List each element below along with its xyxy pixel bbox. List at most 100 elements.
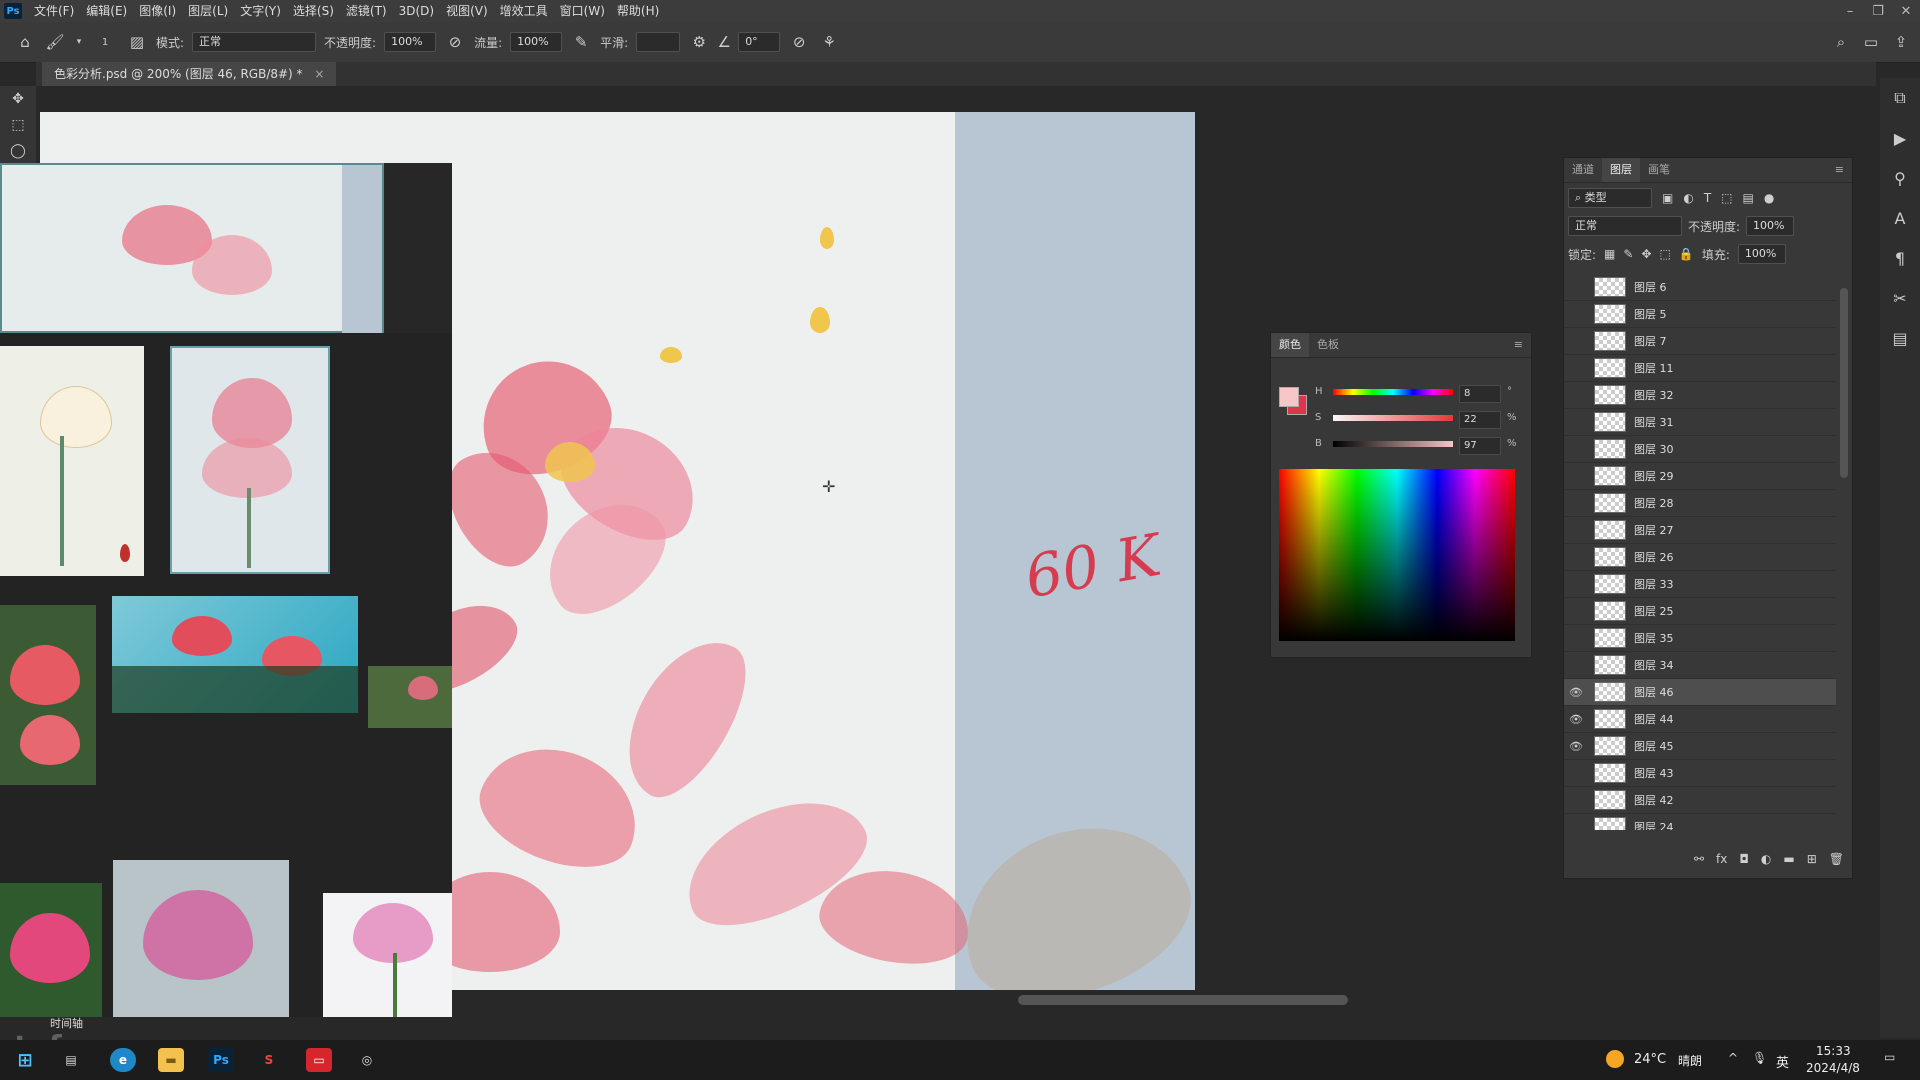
document-tab[interactable]: 色彩分析.psd @ 200% (图层 46, RGB/8#) * × [42,62,337,86]
angle-input[interactable]: 0° [738,32,781,52]
layers-scrollbar[interactable] [1840,288,1848,478]
clock-date[interactable]: 2024/4/8 [1806,1061,1860,1075]
reference-photo-garden[interactable] [368,666,452,728]
gear-icon[interactable]: ⚙ [688,31,710,53]
tools-icon[interactable]: ✂ [1880,278,1920,318]
timeline-label[interactable]: 时间轴 [50,1015,83,1031]
filter-pixel-icon[interactable]: ▣ [1662,191,1673,205]
foreground-color-swatch[interactable] [1279,387,1299,407]
layer-row[interactable]: 图层 34 [1564,652,1836,679]
reference-image-pink-painting[interactable] [170,346,330,574]
reference-photo-red-oleander[interactable] [0,605,96,785]
notification-icon[interactable]: ▭ [1884,1050,1895,1064]
delete-layer-icon[interactable]: 🗑 [1829,852,1844,872]
visibility-eye-icon[interactable]: 👁 [1564,713,1588,726]
new-layer-icon[interactable]: ⊞ [1807,852,1817,872]
pressure-opacity-icon[interactable]: ⊘ [444,31,466,53]
reference-photo-light-pink[interactable] [323,893,452,1017]
clock-time[interactable]: 15:33 [1816,1044,1851,1058]
photoshop-taskbar-icon[interactable]: Ps [208,1048,234,1072]
adjustment-layer-icon[interactable]: ◐ [1761,852,1771,872]
color-spectrum-picker[interactable] [1279,469,1515,641]
task-view-icon[interactable]: ▤ [58,1048,84,1072]
menu-3d[interactable]: 3D(D) [393,0,440,22]
opacity-input[interactable]: 100% [384,32,437,52]
close-tab-icon[interactable]: × [314,67,324,81]
app-red-s-icon[interactable]: S [256,1048,282,1072]
layer-row[interactable]: 👁 图层 46 [1564,679,1836,706]
app-camera-icon[interactable]: ◎ [354,1048,380,1072]
tab-channels[interactable]: 通道 [1564,158,1602,182]
restore-icon[interactable]: ❐ [1864,4,1892,19]
layer-row[interactable]: 👁 图层 45 [1564,733,1836,760]
lasso-tool-icon[interactable]: ◯ [0,138,36,164]
layer-row[interactable]: 图层 24 [1564,814,1836,830]
windows-start-icon[interactable]: ⊞ [12,1048,38,1072]
properties-icon[interactable]: ⚲ [1880,158,1920,198]
actions-play-icon[interactable]: ▶ [1880,118,1920,158]
panel-menu-icon[interactable]: ≡ [1506,333,1531,357]
tab-layers[interactable]: 图层 [1602,158,1640,182]
brush-tool-icon[interactable]: 🖌 [44,31,66,53]
home-icon[interactable]: ⌂ [14,31,36,53]
lock-all-icon[interactable]: 🔒 [1679,247,1694,261]
layer-row[interactable]: 👁 图层 44 [1564,706,1836,733]
chevron-down-icon[interactable]: ▾ [74,31,84,53]
layer-row[interactable]: 图层 43 [1564,760,1836,787]
libraries-icon[interactable]: ▤ [1880,318,1920,358]
symmetry-icon[interactable]: ⚘ [818,31,840,53]
filter-smart-icon[interactable]: ▤ [1743,191,1754,205]
filter-toggle-icon[interactable]: ● [1764,191,1774,205]
reference-photo-pink-cluster[interactable] [113,860,289,1017]
menu-help[interactable]: 帮助(H) [611,0,665,22]
character-icon[interactable]: A [1880,198,1920,238]
weather-icon[interactable] [1606,1050,1624,1068]
layer-style-icon[interactable]: fx [1716,852,1727,872]
filter-type-icon[interactable]: T [1704,191,1711,205]
layer-row[interactable]: 图层 5 [1564,301,1836,328]
flow-input[interactable]: 100% [510,32,563,52]
history-icon[interactable]: ⧉ [1880,78,1920,118]
layer-row[interactable]: 图层 42 [1564,787,1836,814]
brightness-slider[interactable] [1333,441,1453,447]
lock-paint-icon[interactable]: ✎ [1623,247,1633,261]
reference-image-botanical[interactable] [0,346,144,576]
new-group-icon[interactable]: ▬ [1783,852,1794,872]
lock-artboard-icon[interactable]: ⬚ [1660,247,1671,261]
layer-row[interactable]: 图层 28 [1564,490,1836,517]
layer-row[interactable]: 图层 31 [1564,409,1836,436]
app-red-icon[interactable]: ▭ [306,1048,332,1072]
link-layers-icon[interactable]: ⚯ [1694,852,1704,872]
menu-view[interactable]: 视图(V) [440,0,494,22]
lock-position-icon[interactable]: ✥ [1641,247,1651,261]
hue-slider[interactable] [1333,389,1453,395]
minimize-icon[interactable]: – [1836,4,1864,19]
layer-row[interactable]: 图层 33 [1564,571,1836,598]
menu-image[interactable]: 图像(I) [133,0,182,22]
filter-shape-icon[interactable]: ⬚ [1721,191,1732,205]
tab-color[interactable]: 颜色 [1271,333,1309,357]
tab-brushes[interactable]: 画笔 [1640,158,1678,182]
close-icon[interactable]: ✕ [1892,4,1920,19]
layer-row[interactable]: 图层 29 [1564,463,1836,490]
menu-select[interactable]: 选择(S) [287,0,340,22]
filter-adjust-icon[interactable]: ◐ [1683,191,1693,205]
layer-row[interactable]: 图层 6 [1564,274,1836,301]
microphone-icon[interactable]: 🎙 [1752,1051,1767,1065]
hue-input[interactable]: 8 [1459,385,1501,403]
reference-main-painting[interactable] [0,163,384,335]
layer-row[interactable]: 图层 35 [1564,625,1836,652]
tab-swatches[interactable]: 色板 [1309,333,1347,357]
layer-row[interactable]: 图层 32 [1564,382,1836,409]
lock-transparency-icon[interactable]: ▦ [1604,247,1615,261]
pressure-size-icon[interactable]: ⊘ [788,31,810,53]
brush-size-value[interactable]: 1 [92,37,118,48]
layer-row[interactable]: 图层 30 [1564,436,1836,463]
layer-row[interactable]: 图层 7 [1564,328,1836,355]
menu-layer[interactable]: 图层(L) [182,0,234,22]
blend-mode-select[interactable]: 正常 [1568,216,1682,236]
menu-type[interactable]: 文字(Y) [234,0,287,22]
layer-opacity-input[interactable]: 100% [1746,216,1795,236]
menu-plugins[interactable]: 增效工具 [494,0,554,22]
brush-settings-icon[interactable]: ▨ [126,31,148,53]
